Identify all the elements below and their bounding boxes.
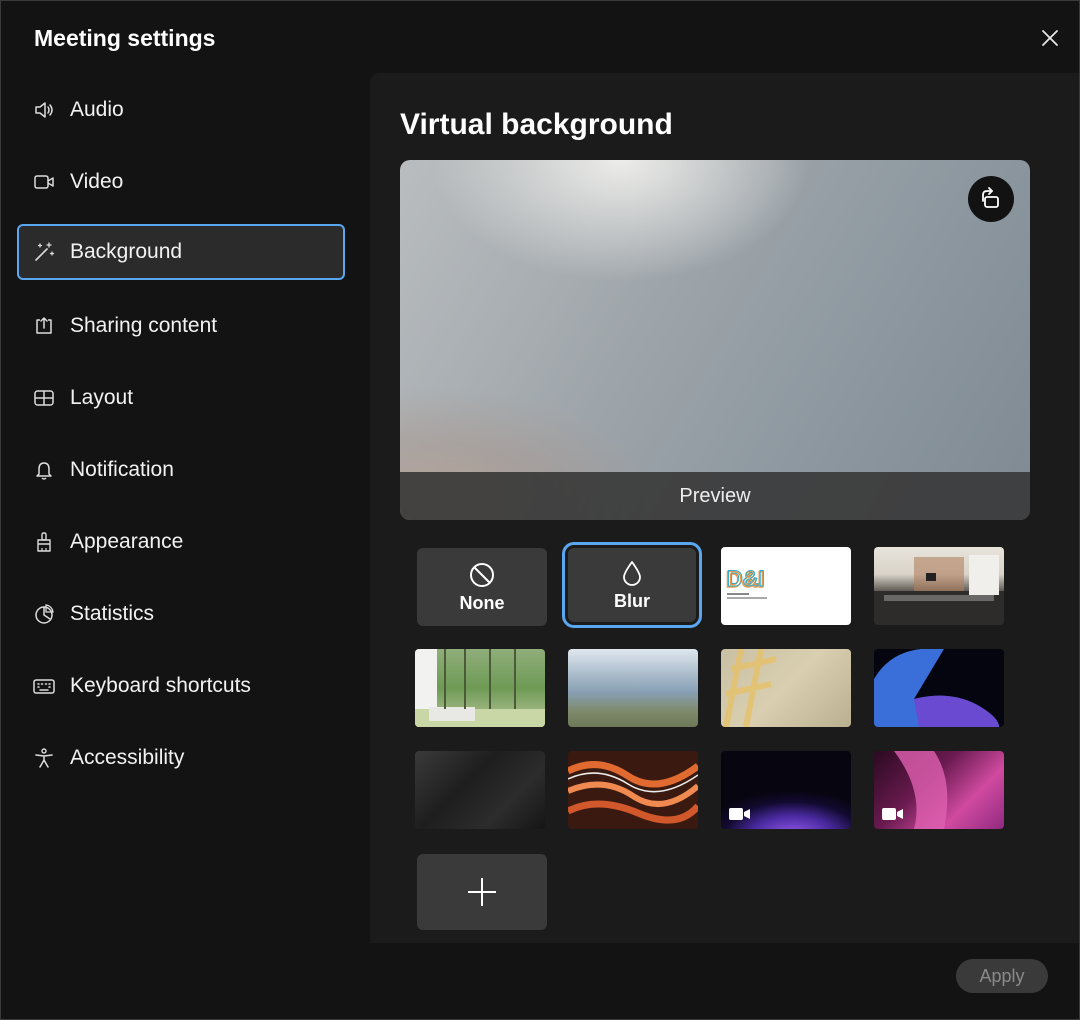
sidebar-item-statistics[interactable]: Statistics (17, 586, 345, 642)
background-option-blur[interactable]: Blur (562, 542, 702, 628)
sidebar-item-keyboard-shortcuts[interactable]: Keyboard shortcuts (17, 658, 345, 714)
apply-button[interactable]: Apply (956, 959, 1048, 993)
background-thumbnail-window-shadow[interactable] (721, 649, 851, 727)
option-label: None (459, 592, 505, 613)
sidebar-item-audio[interactable]: Audio (17, 82, 345, 138)
sidebar-item-video[interactable]: Video (17, 154, 345, 210)
abstract-shapes-image (874, 649, 999, 727)
background-thumbnail-dark-waves[interactable] (415, 751, 545, 829)
background-thumbnail-conference-room[interactable] (874, 547, 1004, 625)
svg-text:D&I: D&I (727, 566, 765, 591)
conference-room-image (874, 555, 1004, 625)
sidebar-item-label: Accessibility (70, 746, 185, 769)
background-thumbnail-pink-waves-video[interactable] (874, 751, 1004, 829)
sidebar-item-label: Sharing content (70, 314, 218, 337)
background-thumbnail-forest-room[interactable] (415, 649, 545, 727)
page-title: Virtual background (400, 108, 673, 141)
orange-marble-image (568, 761, 698, 824)
sidebar-item-label: Keyboard shortcuts (70, 674, 251, 697)
rotate-preview-button[interactable] (968, 176, 1014, 222)
video-badge-icon (882, 808, 903, 820)
speaker-icon (35, 102, 53, 118)
layout-grid-icon (34, 390, 54, 406)
accessibility-person-icon (35, 748, 53, 768)
sidebar-item-accessibility[interactable]: Accessibility (17, 730, 345, 786)
sidebar-item-label: Notification (70, 458, 174, 481)
paint-brush-icon (37, 532, 51, 552)
close-icon (1042, 30, 1058, 46)
window-title: Meeting settings (34, 25, 216, 51)
background-thumbnail-purple-glow-video[interactable] (721, 751, 851, 829)
rotate-icon (982, 187, 999, 208)
sidebar-item-label: Background (70, 240, 183, 263)
sidebar-item-label: Layout (70, 386, 134, 409)
sidebar-item-appearance[interactable]: Appearance (17, 514, 345, 570)
video-camera-icon (34, 175, 54, 189)
sidebar-item-sharing-content[interactable]: Sharing content (17, 298, 345, 354)
add-background-button[interactable] (417, 854, 547, 930)
forest-room-image (415, 649, 545, 727)
magic-wand-icon (35, 242, 55, 261)
background-thumbnail-orange-marble[interactable] (568, 751, 698, 829)
option-label: Blur (614, 590, 650, 611)
background-preview: Preview (400, 160, 1030, 520)
background-thumbnail-mountains[interactable] (568, 649, 698, 727)
sidebar-item-label: Statistics (70, 602, 155, 625)
keyboard-icon (33, 679, 55, 694)
background-thumbnail-di[interactable]: D&I D&I (721, 547, 851, 625)
sidebar-item-notification[interactable]: Notification (17, 442, 345, 498)
background-option-none[interactable]: None (417, 548, 547, 626)
share-upload-icon (36, 317, 52, 334)
di-logo-image: D&I D&I (725, 566, 767, 599)
sidebar-item-label: Appearance (70, 530, 184, 553)
droplet-icon (623, 560, 641, 586)
meeting-settings-window: Meeting settings Audio Video Background … (0, 0, 1080, 1020)
bell-icon (36, 462, 52, 480)
background-thumbnail-blue-purple-shapes[interactable] (874, 649, 1004, 727)
virtual-background-panel: Virtual background Preview None Blur D&I (370, 73, 1079, 943)
plus-icon (468, 878, 496, 906)
sidebar-item-background[interactable]: Background (17, 224, 345, 280)
video-badge-icon (729, 808, 750, 820)
window-shadow-image (723, 649, 777, 727)
prohibited-icon (470, 562, 494, 587)
sidebar-item-layout[interactable]: Layout (17, 370, 345, 426)
sidebar-item-label: Audio (70, 98, 124, 121)
pie-chart-icon (35, 604, 54, 624)
preview-label: Preview (400, 472, 1030, 520)
sidebar-item-label: Video (70, 170, 124, 193)
close-button[interactable] (1037, 25, 1063, 51)
